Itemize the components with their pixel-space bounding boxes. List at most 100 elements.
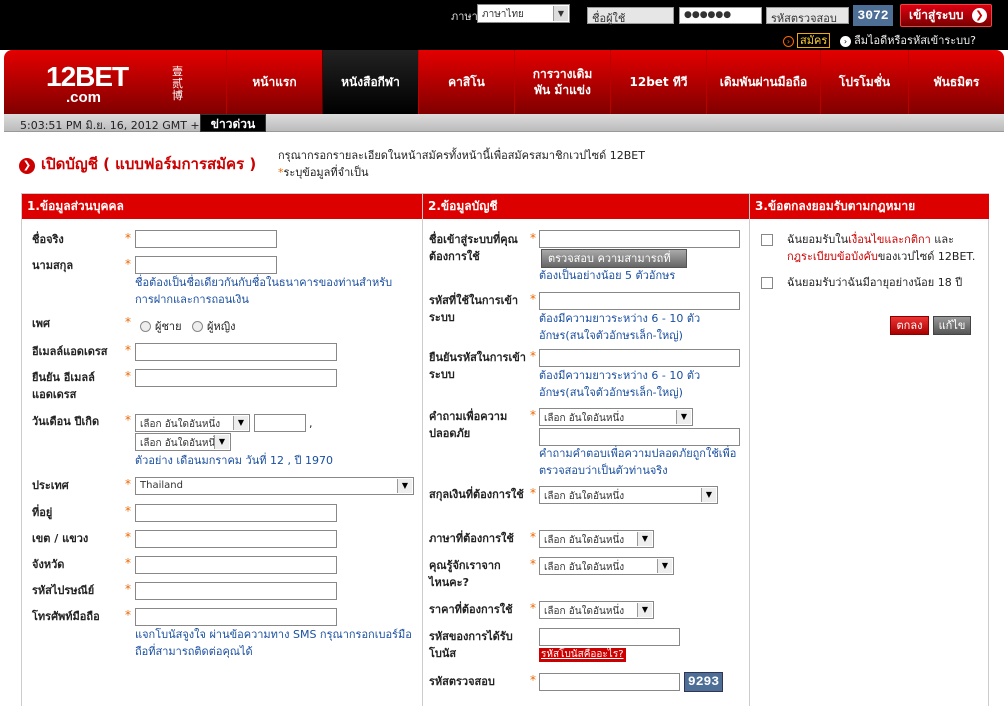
radio-button[interactable] bbox=[192, 321, 203, 332]
address-input[interactable] bbox=[135, 504, 337, 522]
password-confirm-label: ยืนยันรหัสในการเข้าระบบ bbox=[429, 351, 526, 381]
country-select[interactable]: Thailand ▼ bbox=[135, 477, 414, 495]
address-label: ที่อยู่ bbox=[32, 506, 53, 519]
terms-rules-link[interactable]: กฎระเบียบข้อบังคับ bbox=[787, 250, 878, 263]
postcode-label: รหัสไปรษณีย์ bbox=[32, 584, 95, 597]
account-password-input[interactable] bbox=[539, 292, 740, 310]
captcha-image: 3072 bbox=[853, 5, 893, 26]
select-value: เลือก อันใดอันหนึ่ง bbox=[544, 491, 625, 502]
district-label: เขต / แขวง bbox=[32, 532, 89, 545]
chevron-down-icon: ▼ bbox=[233, 416, 248, 430]
security-answer-input[interactable] bbox=[539, 428, 740, 446]
firstname-input[interactable] bbox=[135, 230, 277, 248]
datetime: 5:03:51 PM มิ.ย. 16, 2012 GMT +8 bbox=[20, 119, 207, 132]
bonus-code-input[interactable] bbox=[539, 628, 680, 646]
section-account-header: 2.ข้อมูลบัญชี bbox=[422, 194, 749, 219]
login-button[interactable]: เข้าสู่ระบบ ❯ bbox=[900, 4, 992, 27]
age-checkbox[interactable] bbox=[761, 277, 773, 289]
referral-source-label: คุณรู้จักเราจากไหนคะ? bbox=[429, 559, 501, 589]
currency-select[interactable]: เลือก อันใดอันหนึ่ง ▼ bbox=[539, 486, 718, 504]
required-star: * bbox=[125, 315, 131, 329]
chevron-down-icon: ▼ bbox=[397, 479, 412, 493]
required-star: * bbox=[530, 231, 536, 245]
select-value: เลือก อันใดอันหนึ่ง bbox=[140, 419, 221, 430]
required-star: * bbox=[530, 530, 536, 544]
password-hint: ต้องมีความยาวระหว่าง 6 - 10 ตัวอักษร(สนใ… bbox=[539, 312, 701, 342]
terms-checkbox[interactable] bbox=[761, 234, 773, 246]
nav-horse-racing[interactable]: การวางเดิมพัน ม้าแข่ง bbox=[514, 50, 610, 114]
terms-mid: และ bbox=[930, 233, 955, 246]
terms-conditions-link[interactable]: เงื่อนไขและกติกา bbox=[848, 233, 931, 246]
nav-home[interactable]: หน้าแรก bbox=[226, 50, 322, 114]
nav-sportsbook[interactable]: หนังสือกีฬา bbox=[322, 50, 418, 114]
logo-sub: .com bbox=[66, 89, 102, 106]
username-input[interactable]: ชื่อผู้ใช้ bbox=[587, 7, 674, 25]
language-value: ภาษาไทย bbox=[482, 9, 524, 20]
nav-casino[interactable]: คาสิโน bbox=[418, 50, 514, 114]
select-value: เลือก อันใดอันหนึ่ง bbox=[544, 535, 625, 546]
chevron-down-icon: ▼ bbox=[214, 435, 229, 449]
captcha-label: รหัสตรวจสอบ bbox=[429, 675, 495, 688]
radio-button[interactable] bbox=[140, 321, 151, 332]
username-label: ชื่อเข้าสู่ระบบที่คุณต้องการใช้ bbox=[429, 233, 518, 263]
birth-month-select[interactable]: เลือก อันใดอันหนึ่ง ▼ bbox=[135, 414, 250, 432]
register-link[interactable]: › สมัคร bbox=[783, 31, 831, 49]
info-bar: 5:03:51 PM มิ.ย. 16, 2012 GMT +8 ข่าวด่ว… bbox=[4, 114, 1004, 132]
birth-day-select[interactable]: เลือก อันใดอันหนึ่ง ▼ bbox=[135, 433, 231, 451]
language-pref-select[interactable]: เลือก อันใดอันหนึ่ง ▼ bbox=[539, 530, 654, 548]
postcode-input[interactable] bbox=[135, 582, 337, 600]
required-star: * bbox=[530, 349, 536, 363]
agree-button[interactable]: ตกลง bbox=[890, 316, 929, 335]
login-label: เข้าสู่ระบบ bbox=[909, 8, 964, 22]
logo[interactable]: 12BET .com 壹贰博 bbox=[46, 63, 183, 107]
select-value: เลือก อันใดอันหนึ่ง bbox=[544, 413, 625, 424]
chevron-down-icon: ▼ bbox=[553, 6, 568, 21]
language-select[interactable]: ภาษาไทย ▼ bbox=[477, 4, 570, 23]
captcha-input[interactable]: รหัสตรวจสอบ bbox=[766, 7, 849, 25]
forgot-password-link[interactable]: › ลืมไอดีหรือรหัสเข้าระบบ? bbox=[840, 31, 976, 49]
gender-female-option[interactable]: ผู้หญิง bbox=[192, 317, 235, 335]
security-question-select[interactable]: เลือก อันใดอันหนึ่ง ▼ bbox=[539, 408, 693, 426]
nav-promotions[interactable]: โปรโมชั่น bbox=[820, 50, 908, 114]
required-star: * bbox=[125, 477, 131, 491]
province-input[interactable] bbox=[135, 556, 337, 574]
email-confirm-input[interactable] bbox=[135, 369, 337, 387]
security-hint: คำถามคำตอบเพื่อความปลอดภัยถูกใช้เพื่อตรว… bbox=[539, 447, 737, 477]
password-input[interactable]: ●●●●●● bbox=[679, 7, 762, 24]
odds-select[interactable]: เลือก อันใดอันหนึ่ง ▼ bbox=[539, 601, 654, 619]
bonus-code-help-link[interactable]: รหัสโบนัสคืออะไร? bbox=[539, 648, 626, 662]
required-star: * bbox=[530, 673, 536, 687]
required-note-text: ระบุข้อมูลที่จำเป็น bbox=[283, 166, 369, 179]
nav-mobile[interactable]: เดิมพันผ่านมือถือ bbox=[706, 50, 820, 114]
birthday-hint: ตัวอย่าง เดือนมกราคม วันที่ 12 , ปี 1970 bbox=[135, 454, 333, 467]
required-star: * bbox=[125, 556, 131, 570]
account-captcha-input[interactable] bbox=[539, 673, 680, 691]
lastname-label: นามสกุล bbox=[32, 259, 74, 272]
registration-form: 1.ข้อมูลส่วนบุคคล 2.ข้อมูลบัญชี 3.ข้อตกล… bbox=[21, 193, 989, 706]
email-input[interactable] bbox=[135, 343, 337, 361]
account-username-input[interactable] bbox=[539, 230, 740, 248]
referral-source-select[interactable]: เลือก อันใดอันหนึ่ง ▼ bbox=[539, 557, 674, 575]
age-text: ฉันยอมรับว่าฉันมีอายุอย่างน้อย 18 ปี bbox=[787, 276, 963, 289]
required-star: * bbox=[530, 292, 536, 306]
nav-affiliates[interactable]: พันธมิตร bbox=[908, 50, 1004, 114]
mobile-input[interactable] bbox=[135, 608, 337, 626]
column-divider bbox=[422, 194, 423, 706]
lastname-input[interactable] bbox=[135, 256, 277, 274]
required-note: *ระบุข้อมูลที่จำเป็น bbox=[278, 163, 369, 181]
required-star: * bbox=[530, 486, 536, 500]
required-star: * bbox=[125, 582, 131, 596]
district-input[interactable] bbox=[135, 530, 337, 548]
register-label: สมัคร bbox=[797, 33, 831, 48]
nav-tv[interactable]: 12bet ทีวี bbox=[610, 50, 706, 114]
logo-cn: 壹贰博 bbox=[172, 65, 183, 102]
gender-male-option[interactable]: ผู้ชาย bbox=[140, 317, 182, 335]
edit-button[interactable]: แก้ไข bbox=[933, 316, 971, 335]
birth-year-input[interactable] bbox=[254, 414, 306, 432]
news-tab[interactable]: ข่าวด่วน bbox=[200, 114, 266, 132]
gender-label: เพศ bbox=[32, 317, 50, 330]
password-confirm-input[interactable] bbox=[539, 349, 740, 367]
forgot-label: ลืมไอดีหรือรหัสเข้าระบบ? bbox=[854, 34, 976, 47]
required-star: * bbox=[530, 557, 536, 571]
check-availability-button[interactable]: ตรวจสอบ ความสามารถที่จะใช้ bbox=[541, 249, 687, 283]
